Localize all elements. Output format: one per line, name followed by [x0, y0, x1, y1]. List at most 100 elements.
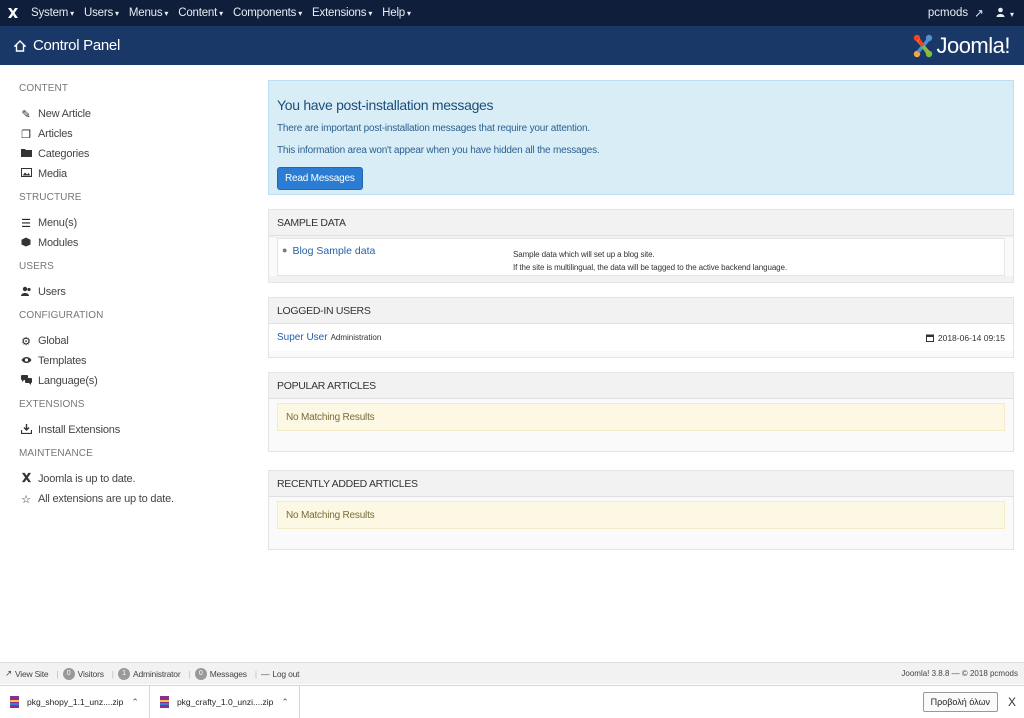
no-results: No Matching Results	[277, 501, 1005, 529]
postinstall-line1: There are important post-installation me…	[277, 123, 590, 134]
calendar-icon	[925, 334, 934, 342]
sidebar-item-modules[interactable]: Modules	[19, 233, 260, 253]
joomla-icon	[19, 472, 33, 486]
module-heading: LOGGED-IN USERS	[269, 298, 1013, 324]
menu-menus[interactable]: Menus	[124, 7, 173, 19]
sidebar-item-extensions-update[interactable]: ☆ All extensions are up to date.	[19, 489, 260, 509]
sidebar-group-extensions: EXTENSIONS Install Extensions	[19, 399, 260, 440]
user-date: 2018-06-14 09:15	[925, 332, 1005, 343]
sidebar-item-label: Modules	[38, 237, 79, 249]
no-results: No Matching Results	[277, 403, 1005, 431]
sidebar-item-label: Language(s)	[38, 375, 98, 387]
admin-count-badge: 1	[117, 667, 130, 680]
user-menu[interactable]: ▾	[996, 7, 1014, 20]
visitors-status[interactable]: 0 Visitors	[62, 667, 104, 680]
view-site-link[interactable]: ↗ View Site	[5, 668, 49, 679]
sidebar-group-structure: STRUCTURE ☰ Menu(s) Modules	[19, 192, 260, 253]
external-link-icon: ↗	[5, 668, 12, 678]
menu-help[interactable]: Help	[377, 7, 416, 19]
stack-icon: ❐	[21, 128, 31, 141]
sidebar-item-global[interactable]: ⚙ Global	[19, 331, 260, 351]
joomla-icon[interactable]	[0, 0, 26, 26]
external-link-icon[interactable]: ↗	[974, 6, 984, 20]
sidebar-heading: CONFIGURATION	[19, 310, 104, 321]
download-filename: pkg_shopy_1.1_unz....zip	[27, 697, 124, 707]
gear-icon: ⚙	[21, 335, 31, 348]
logged-in-users-module: LOGGED-IN USERS Super User Administratio…	[268, 297, 1014, 358]
visitors-count-badge: 0	[62, 667, 75, 680]
sample-link-label: Blog Sample data	[292, 245, 376, 257]
sidebar-item-media[interactable]: Media	[19, 164, 260, 184]
sidebar-item-templates[interactable]: Templates	[19, 351, 260, 371]
download-filename: pkg_crafty_1.0_unzi....zip	[176, 697, 274, 707]
administrator-label: Administrator	[132, 668, 181, 679]
sidebar-item-label: Templates	[38, 355, 87, 367]
popular-articles-module: POPULAR ARTICLES No Matching Results	[268, 372, 1014, 452]
downloads-bar: pkg_shopy_1.1_unz....zip ⌃ pkg_crafty_1.…	[0, 685, 1024, 718]
sidebar-item-new-article[interactable]: ✎ New Article	[19, 104, 260, 124]
sample-desc-line2: If the site is multilingual, the data wi…	[513, 263, 788, 272]
download-item[interactable]: pkg_shopy_1.1_unz....zip ⌃	[0, 685, 150, 718]
postinstall-title: You have post-installation messages	[277, 97, 494, 113]
user-icon	[996, 7, 1005, 17]
visitors-label: Visitors	[77, 668, 104, 679]
logout-label: Log out	[272, 668, 300, 679]
sidebar-item-label: Categories	[38, 148, 90, 160]
module-heading: SAMPLE DATA	[269, 210, 1013, 236]
menu-extensions[interactable]: Extensions	[307, 7, 377, 19]
sidebar-item-joomla-update[interactable]: Joomla is up to date.	[19, 469, 260, 489]
separator: |	[56, 668, 59, 679]
blog-sample-data-link[interactable]: ● Blog Sample data	[282, 245, 513, 275]
menu-components[interactable]: Components	[228, 7, 307, 19]
module-body: No Matching Results	[269, 497, 1013, 549]
top-navbar: System Users Menus Content Components Ex…	[0, 0, 1024, 26]
menu-content[interactable]: Content	[173, 7, 228, 19]
bulb-icon: ●	[282, 245, 288, 255]
close-icon[interactable]: X	[1008, 695, 1016, 709]
chevron-up-icon[interactable]: ⌃	[281, 697, 289, 708]
archive-file-icon	[10, 696, 19, 708]
administrator-status[interactable]: 1 Administrator	[117, 667, 181, 680]
sidebar-item-label: New Article	[38, 108, 91, 120]
logo-text: Joomla!	[936, 32, 1010, 58]
sidebar-item-users[interactable]: Users	[19, 282, 260, 302]
main-content: You have post-installation messages Ther…	[268, 80, 1014, 550]
separator: |	[111, 668, 114, 679]
sidebar-heading: STRUCTURE	[19, 192, 82, 203]
sidebar-item-label: Menu(s)	[38, 217, 77, 229]
sidebar-group-maintenance: MAINTENANCE Joomla is up to date. ☆ All …	[19, 448, 260, 509]
recent-articles-module: RECENTLY ADDED ARTICLES No Matching Resu…	[268, 470, 1014, 550]
sidebar-heading: CONTENT	[19, 83, 69, 94]
sidebar-item-label: Global	[38, 335, 69, 347]
messages-label: Messages	[209, 668, 247, 679]
messages-count-badge: 0	[194, 667, 207, 680]
version-text: Joomla! 3.8.8 — © 2018 pcmods	[901, 669, 1018, 678]
joomla-logo-icon	[914, 34, 933, 57]
sidebar-heading: USERS	[19, 261, 54, 272]
sidebar-item-languages[interactable]: Language(s)	[19, 371, 260, 391]
module-body: ● Blog Sample data Sample data which wil…	[269, 238, 1013, 276]
site-link[interactable]: pcmods	[928, 7, 968, 19]
download-item[interactable]: pkg_crafty_1.0_unzi....zip ⌃	[150, 685, 300, 718]
menu-system[interactable]: System	[26, 7, 79, 19]
sidebar-item-label: Media	[38, 168, 67, 180]
chevron-up-icon[interactable]: ⌃	[131, 697, 139, 708]
sidebar-item-label: Users	[38, 286, 66, 298]
sidebar-item-install-extensions[interactable]: Install Extensions	[19, 420, 260, 440]
sidebar-item-articles[interactable]: ❐ Articles	[19, 124, 260, 144]
messages-status[interactable]: 0 Messages	[194, 667, 247, 680]
sidebar-item-menus[interactable]: ☰ Menu(s)	[19, 213, 260, 233]
logout-link[interactable]: — Log out	[261, 669, 299, 679]
chevron-down-icon: ▾	[1009, 9, 1014, 19]
show-all-downloads-button[interactable]: Προβολή όλων	[922, 692, 998, 712]
minus-icon: —	[261, 668, 270, 679]
navbar-right: pcmods ↗ ▾	[922, 6, 1024, 20]
read-messages-button[interactable]: Read Messages	[277, 167, 363, 190]
user-name-link[interactable]: Super User	[277, 332, 328, 343]
sample-data-module: SAMPLE DATA ● Blog Sample data Sample da…	[268, 209, 1014, 283]
sidebar-item-categories[interactable]: Categories	[19, 144, 260, 164]
postinstall-alert: You have post-installation messages Ther…	[268, 80, 1014, 195]
menu-users[interactable]: Users	[79, 7, 124, 19]
module-heading: RECENTLY ADDED ARTICLES	[269, 471, 1013, 497]
user-date-value: 2018-06-14 09:15	[937, 332, 1005, 343]
